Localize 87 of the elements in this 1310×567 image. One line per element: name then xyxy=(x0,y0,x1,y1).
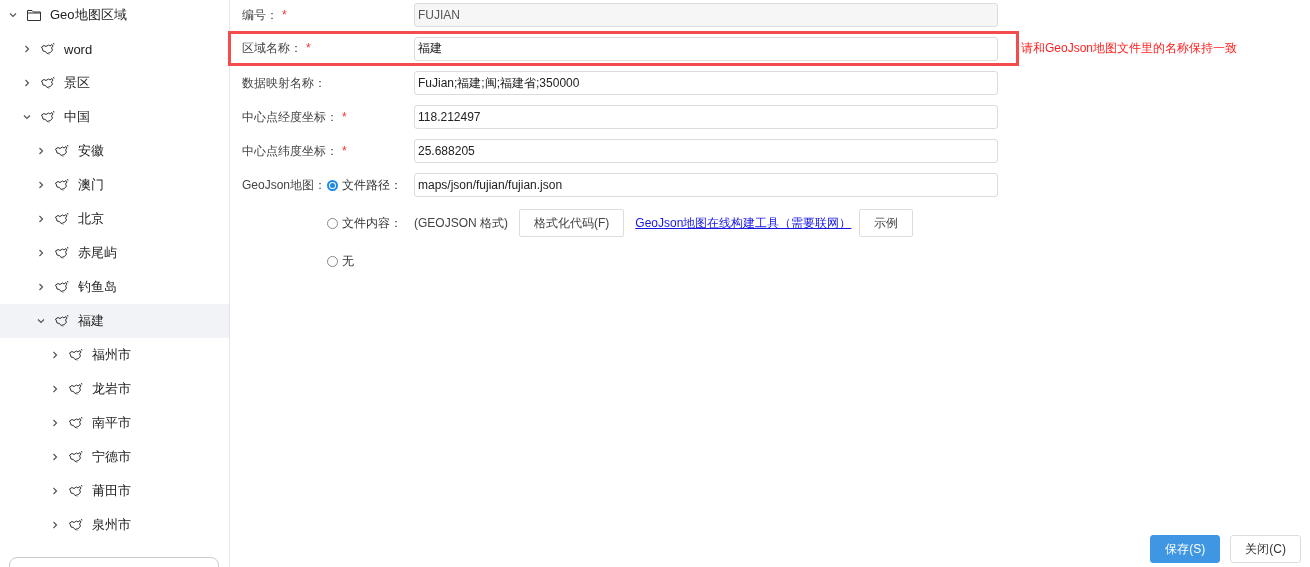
tree-label: 钓鱼岛 xyxy=(78,278,117,296)
tree-item[interactable]: Geo地图区域 xyxy=(0,0,229,32)
input-field[interactable]: maps/json/fujian/fujian.json xyxy=(414,173,998,197)
tree-item[interactable]: 中国 xyxy=(0,100,229,134)
tree-label: 莆田市 xyxy=(92,482,131,500)
tree-label: 泉州市 xyxy=(92,516,131,534)
map-outline-icon xyxy=(68,484,84,498)
radio-label[interactable]: 文件路径： xyxy=(342,176,402,194)
tree-item[interactable]: 泉州市 xyxy=(0,508,229,542)
format-code-button[interactable]: 格式化代码(F) xyxy=(519,209,625,237)
map-outline-icon xyxy=(40,110,56,124)
chevron-right-icon[interactable] xyxy=(50,350,60,360)
map-outline-icon xyxy=(68,382,84,396)
hint-text: 请和GeoJson地图文件里的名称保持一致 xyxy=(1021,40,1238,57)
tree-item[interactable]: 南平市 xyxy=(0,406,229,440)
chevron-down-icon[interactable] xyxy=(36,316,46,326)
tree-label: word xyxy=(64,41,93,57)
chevron-right-icon[interactable] xyxy=(36,146,46,156)
tree-item[interactable]: 赤尾屿 xyxy=(0,236,229,270)
chevron-right-icon[interactable] xyxy=(50,486,60,496)
tree-label: 龙岩市 xyxy=(92,380,131,398)
input-field[interactable]: 25.688205 xyxy=(414,139,998,163)
tree-label: 宁德市 xyxy=(92,448,131,466)
field-label: 中心点经度坐标： * xyxy=(242,109,347,124)
chevron-down-icon[interactable] xyxy=(8,10,18,20)
map-outline-icon xyxy=(68,416,84,430)
field-label: 区域名称： * xyxy=(242,41,311,55)
map-outline-icon xyxy=(54,144,70,158)
tree-label: 景区 xyxy=(64,74,90,92)
chevron-right-icon[interactable] xyxy=(50,520,60,530)
tree-item[interactable]: 福州市 xyxy=(0,338,229,372)
tree-label: 澳门 xyxy=(78,176,104,194)
map-outline-icon xyxy=(68,518,84,532)
tree-item[interactable]: 莆田市 xyxy=(0,474,229,508)
map-outline-icon xyxy=(54,314,70,328)
tree-item[interactable]: 澳门 xyxy=(0,168,229,202)
tree-item[interactable]: word xyxy=(0,32,229,66)
field-label: 数据映射名称： xyxy=(242,75,326,90)
radio-label[interactable]: 无 xyxy=(342,252,354,270)
map-outline-icon xyxy=(68,450,84,464)
map-outline-icon xyxy=(54,212,70,226)
example-button[interactable]: 示例 xyxy=(859,209,914,237)
map-outline-icon xyxy=(68,348,84,362)
tree-label: 福州市 xyxy=(92,346,131,364)
chevron-right-icon[interactable] xyxy=(22,44,32,54)
map-outline-icon xyxy=(54,178,70,192)
chevron-right-icon[interactable] xyxy=(50,418,60,428)
tree-label: 北京 xyxy=(78,210,104,228)
tree-item[interactable]: 龙岩市 xyxy=(0,372,229,406)
field-label: 中心点纬度坐标： * xyxy=(242,143,347,158)
tree-item[interactable]: 钓鱼岛 xyxy=(0,270,229,304)
chevron-right-icon[interactable] xyxy=(22,78,32,88)
folder-icon xyxy=(26,8,42,22)
format-note: (GEOJSON 格式) xyxy=(414,214,508,232)
tree-item[interactable]: 福建 xyxy=(0,304,229,338)
tree-item[interactable]: 景区 xyxy=(0,66,229,100)
input-field[interactable]: 福建 xyxy=(414,36,998,61)
tree-label: 福建 xyxy=(78,312,104,330)
chevron-right-icon[interactable] xyxy=(36,214,46,224)
map-outline-icon xyxy=(40,42,56,56)
map-outline-icon xyxy=(40,76,56,90)
input-field[interactable]: 118.212497 xyxy=(414,105,998,129)
map-outline-icon xyxy=(54,280,70,294)
radio-button[interactable] xyxy=(327,179,338,191)
field-label: GeoJson地图： xyxy=(242,177,327,192)
chevron-down-icon[interactable] xyxy=(22,112,32,122)
radio-button[interactable] xyxy=(327,255,338,267)
chevron-right-icon[interactable] xyxy=(36,282,46,292)
tree-label: 中国 xyxy=(64,108,90,126)
input-field[interactable]: FuJian;福建;闽;福建省;350000 xyxy=(414,71,998,95)
tree-label: 赤尾屿 xyxy=(78,244,117,262)
tree-item[interactable]: 北京 xyxy=(0,202,229,236)
chevron-right-icon[interactable] xyxy=(36,248,46,258)
chevron-right-icon[interactable] xyxy=(50,452,60,462)
field-label: 编号： * xyxy=(242,7,287,22)
chevron-right-icon[interactable] xyxy=(50,384,60,394)
tree-label: 南平市 xyxy=(92,414,131,432)
tool-link[interactable]: GeoJson地图在线构建工具（需要联网） xyxy=(635,214,852,232)
tree-label: 安徽 xyxy=(78,142,104,160)
tree-label: Geo地图区域 xyxy=(50,6,127,24)
radio-label[interactable]: 文件内容： xyxy=(342,214,402,232)
close-button[interactable]: 关闭(C) xyxy=(1230,535,1301,563)
radio-button[interactable] xyxy=(327,217,338,229)
tree-item[interactable]: 宁德市 xyxy=(0,440,229,474)
tree-item[interactable]: 安徽 xyxy=(0,134,229,168)
chevron-right-icon[interactable] xyxy=(36,180,46,190)
map-outline-icon xyxy=(54,246,70,260)
